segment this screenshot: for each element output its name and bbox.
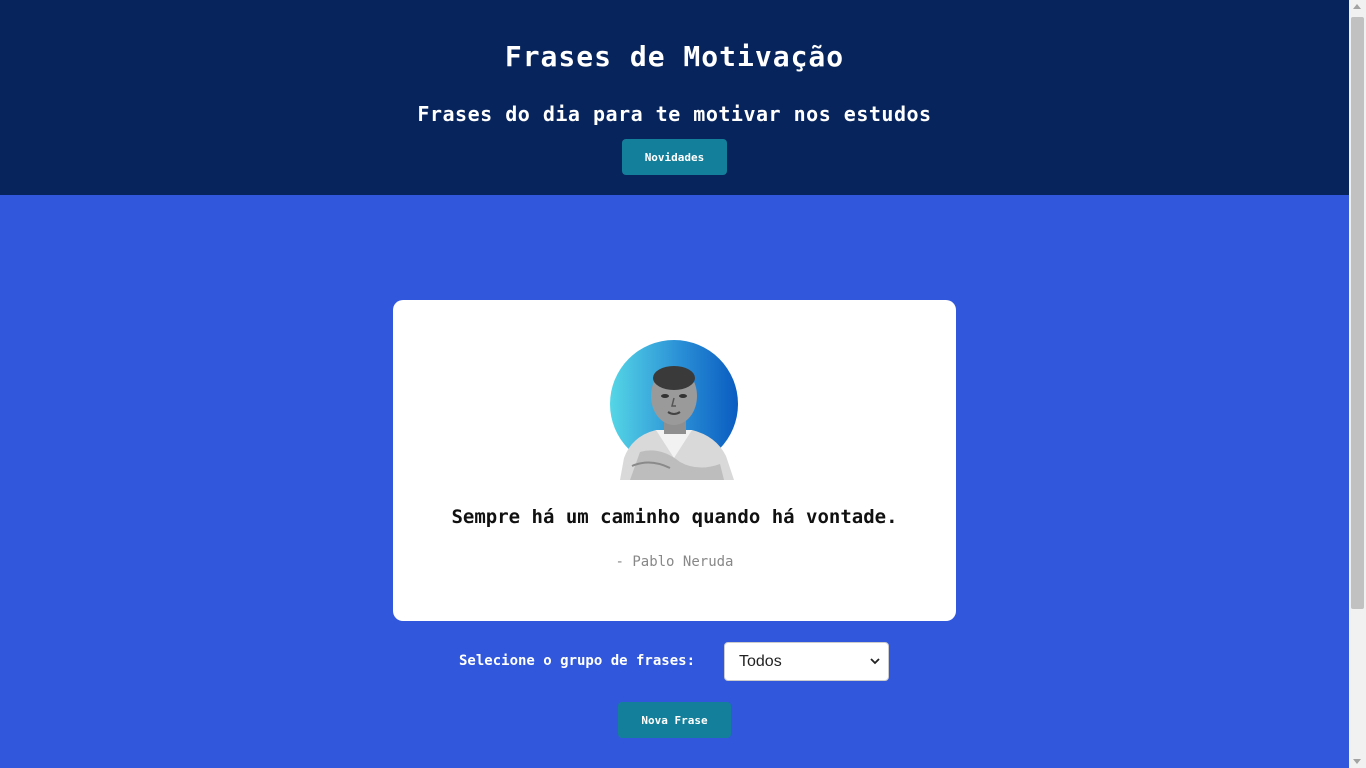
news-button[interactable]: Novidades (622, 139, 727, 175)
author-portrait-icon (620, 366, 734, 480)
page: Frases de Motivação Frases do dia para t… (0, 0, 1349, 768)
author-avatar (610, 340, 738, 480)
quote-text: Sempre há um caminho quando há vontade. (451, 506, 898, 528)
quote-author: - Pablo Neruda (615, 554, 734, 570)
new-quote-button[interactable]: Nova Frase (618, 702, 731, 738)
vertical-scrollbar[interactable] (1349, 0, 1366, 768)
quote-card: Sempre há um caminho quando há vontade. … (393, 300, 956, 621)
group-selector-row: Selecione o grupo de frases: Todos (0, 642, 1349, 681)
scroll-up-arrow-icon[interactable] (1353, 4, 1361, 9)
site-subtitle: Frases do dia para te motivar nos estudo… (417, 102, 932, 126)
group-select-dropdown[interactable]: Todos (724, 642, 889, 681)
scrollbar-thumb[interactable] (1351, 17, 1364, 609)
site-title: Frases de Motivação (504, 40, 845, 73)
group-selector-label: Selecione o grupo de frases: (459, 653, 696, 669)
scroll-down-arrow-icon[interactable] (1353, 759, 1361, 764)
chevron-down-icon (870, 658, 880, 665)
site-header: Frases de Motivação Frases do dia para t… (0, 0, 1349, 195)
group-select-value: Todos (739, 653, 782, 670)
